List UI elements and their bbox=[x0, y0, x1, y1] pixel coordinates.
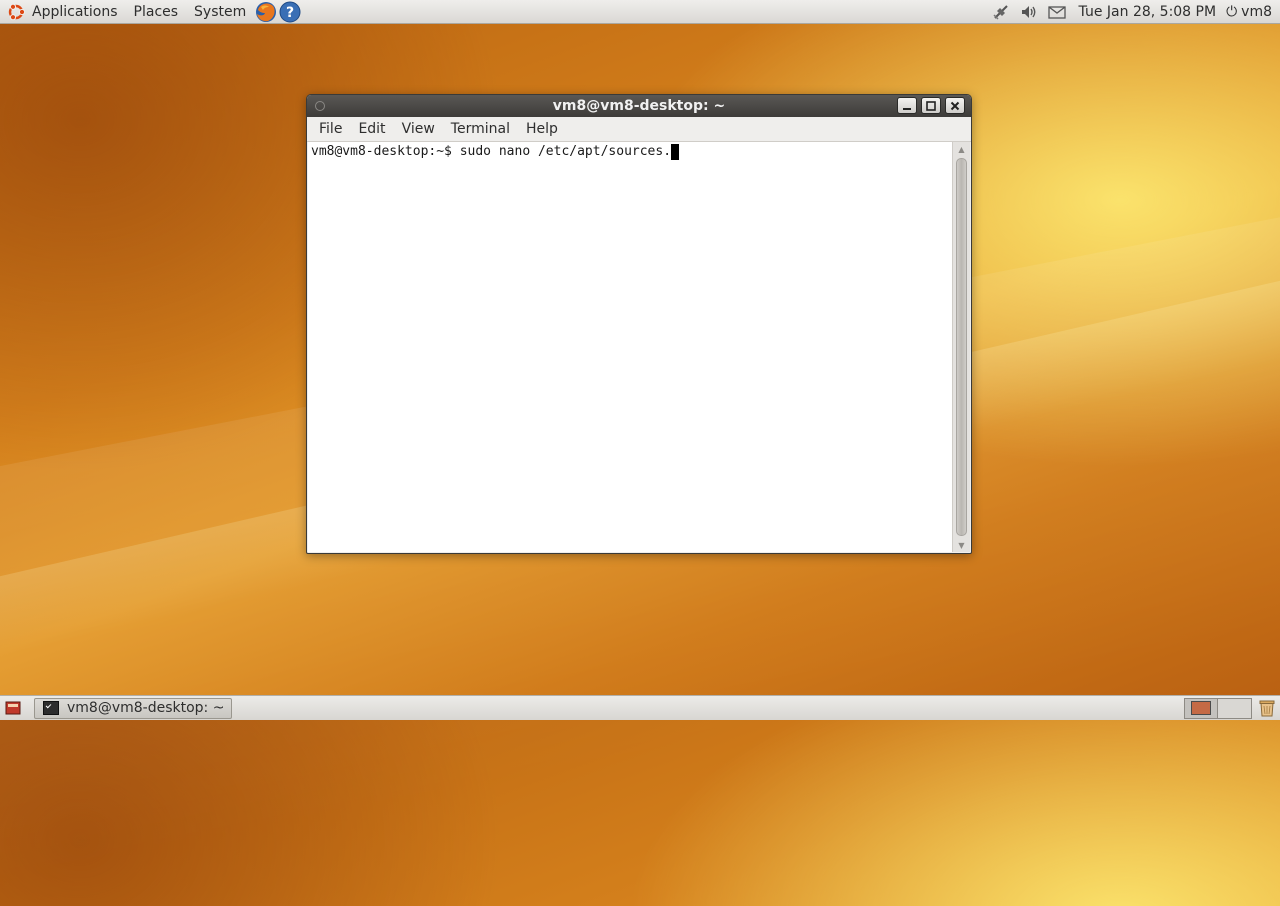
terminal-menubar: File Edit View Terminal Help bbox=[307, 117, 971, 142]
network-indicator[interactable] bbox=[990, 1, 1012, 23]
system-label: System bbox=[194, 3, 247, 20]
network-disconnected-icon bbox=[993, 4, 1008, 20]
scrollbar-thumb[interactable] bbox=[956, 158, 967, 536]
panel-right: Tue Jan 28, 5:08 PM ⏻ vm8 bbox=[987, 0, 1280, 24]
top-panel: Applications Places System ? Tue Jan 28,… bbox=[0, 0, 1280, 24]
trash-button[interactable] bbox=[1256, 697, 1278, 719]
show-desktop-icon bbox=[5, 701, 21, 715]
applications-label: Applications bbox=[32, 3, 118, 20]
window-controls bbox=[897, 97, 965, 114]
firefox-icon bbox=[256, 1, 277, 22]
firefox-launcher[interactable] bbox=[255, 1, 277, 23]
terminal-icon bbox=[43, 701, 59, 715]
trash-icon bbox=[1259, 700, 1275, 717]
svg-text:?: ? bbox=[286, 5, 294, 21]
help-icon: ? bbox=[279, 1, 301, 22]
places-menu[interactable]: Places bbox=[126, 0, 187, 24]
help-menu[interactable]: Help bbox=[518, 121, 566, 137]
close-icon bbox=[950, 101, 960, 110]
ubuntu-logo-icon bbox=[8, 3, 26, 20]
help-launcher[interactable]: ? bbox=[279, 1, 301, 23]
user-name: vm8 bbox=[1241, 3, 1272, 20]
window-title: vm8@vm8-desktop: ~ bbox=[552, 98, 726, 114]
volume-control[interactable] bbox=[1018, 1, 1040, 23]
edit-menu[interactable]: Edit bbox=[350, 121, 393, 137]
workspace-2[interactable] bbox=[1218, 697, 1252, 719]
terminal-window: vm8@vm8-desktop: ~ File Edit View Termin… bbox=[306, 94, 972, 554]
command-text: vm8@vm8-desktop:~$ sudo nano /etc/apt/so… bbox=[311, 144, 672, 159]
close-button[interactable] bbox=[945, 97, 965, 114]
clock[interactable]: Tue Jan 28, 5:08 PM bbox=[1079, 4, 1217, 20]
terminal-menu[interactable]: Terminal bbox=[443, 121, 518, 137]
applications-menu[interactable]: Applications bbox=[0, 0, 126, 24]
workspace-switcher bbox=[1184, 697, 1252, 719]
bottom-panel: vm8@vm8-desktop: ~ bbox=[0, 695, 1280, 720]
workspace-1[interactable] bbox=[1184, 697, 1218, 719]
terminal-line: vm8@vm8-desktop:~$ sudo nano /etc/apt/so… bbox=[311, 144, 680, 160]
user-menu[interactable]: ⏻ vm8 bbox=[1226, 4, 1272, 20]
view-menu[interactable]: View bbox=[394, 121, 443, 137]
minimize-button[interactable] bbox=[897, 97, 917, 114]
messaging-indicator[interactable] bbox=[1046, 1, 1068, 23]
places-label: Places bbox=[133, 3, 179, 20]
terminal-area[interactable]: vm8@vm8-desktop:~$ sudo nano /etc/apt/so… bbox=[308, 142, 953, 552]
scroll-up-arrow-icon[interactable]: ▲ bbox=[953, 142, 970, 156]
scroll-down-arrow-icon[interactable]: ▼ bbox=[953, 538, 970, 552]
maximize-icon bbox=[926, 100, 936, 111]
taskbar-label: vm8@vm8-desktop: ~ bbox=[67, 700, 225, 716]
file-menu[interactable]: File bbox=[311, 121, 350, 137]
system-menu[interactable]: System bbox=[186, 0, 254, 24]
volume-icon bbox=[1021, 5, 1035, 18]
window-titlebar[interactable]: vm8@vm8-desktop: ~ bbox=[307, 95, 971, 117]
maximize-button[interactable] bbox=[921, 97, 941, 114]
minimize-icon bbox=[903, 107, 911, 110]
power-icon: ⏻ bbox=[1226, 3, 1238, 20]
taskbar-terminal-button[interactable]: vm8@vm8-desktop: ~ bbox=[34, 697, 232, 719]
vertical-scrollbar[interactable]: ▲ ▼ bbox=[952, 142, 970, 552]
workspace-window-thumbnail bbox=[1191, 701, 1211, 715]
show-desktop-button[interactable] bbox=[4, 699, 22, 717]
mail-icon bbox=[1047, 5, 1066, 19]
text-cursor bbox=[671, 144, 680, 160]
